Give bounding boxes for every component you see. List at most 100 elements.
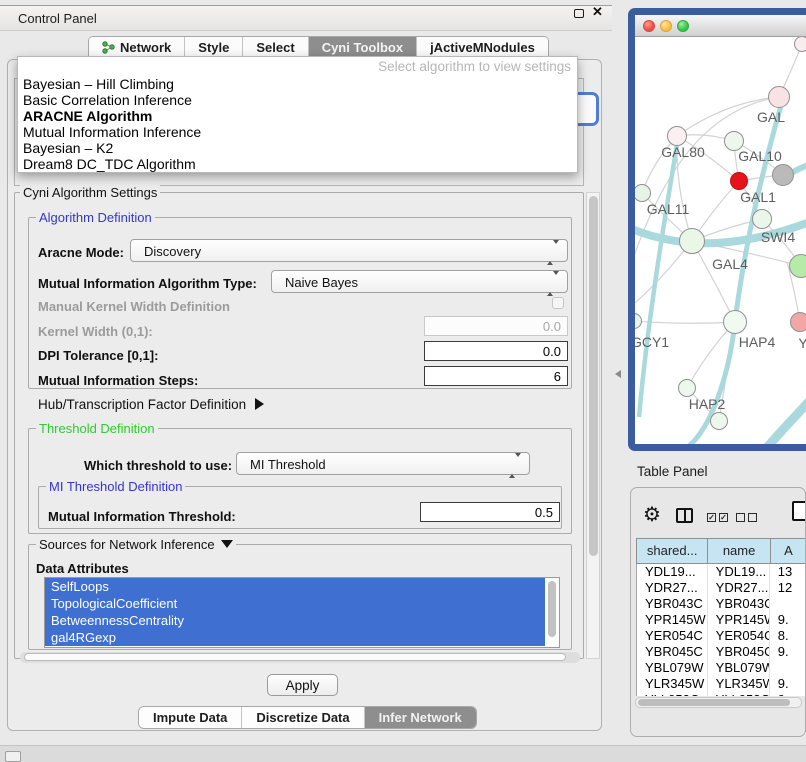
network-node[interactable]: [710, 412, 728, 430]
split-panel-icon[interactable]: [676, 508, 693, 523]
network-node-gray[interactable]: [772, 164, 794, 186]
tab-network-label: Network: [120, 40, 171, 55]
dpi-tolerance-field[interactable]: 0.0: [424, 341, 568, 361]
settings-horizontal-scrollbar[interactable]: [20, 652, 580, 663]
cell-shared-name[interactable]: YER054C: [637, 628, 708, 644]
zoom-traffic-light-icon[interactable]: [677, 20, 689, 32]
network-node-swi4[interactable]: [752, 209, 772, 229]
column-header-name[interactable]: name: [707, 538, 770, 564]
cell-name[interactable]: YER054C: [708, 628, 770, 644]
cell-value[interactable]: [770, 660, 806, 676]
table-row[interactable]: YDR27... YDR27... 12: [637, 580, 806, 596]
cell-value[interactable]: 9.: [770, 612, 806, 628]
algorithm-option-aracne[interactable]: ARACNE Algorithm: [23, 108, 201, 124]
tab-jactivemnodules[interactable]: jActiveMNodules: [417, 37, 548, 58]
cell-shared-name[interactable]: YLR345W: [637, 676, 708, 692]
cell-shared-name[interactable]: YDR27...: [637, 580, 708, 596]
cell-value[interactable]: 13: [770, 564, 806, 580]
table-row[interactable]: YBR045C YBR045C 9.: [637, 644, 806, 660]
cell-name[interactable]: YBR045C: [708, 644, 770, 660]
splitter-collapse-icon[interactable]: [615, 370, 621, 378]
table-row[interactable]: YLL052C YLL052C 9: [637, 692, 806, 696]
apply-button[interactable]: Apply: [267, 674, 338, 696]
tab-style[interactable]: Style: [185, 37, 243, 58]
network-node[interactable]: [794, 37, 806, 52]
gear-icon[interactable]: ⚙: [643, 502, 661, 527]
tab-network[interactable]: Network: [89, 37, 185, 58]
network-node-hap2[interactable]: [678, 379, 696, 397]
cell-name[interactable]: YDL19...: [708, 564, 770, 580]
attribute-item-selected[interactable]: gal4RGexp: [45, 629, 545, 646]
algorithm-option[interactable]: Bayesian – K2: [23, 140, 201, 156]
which-threshold-select[interactable]: MI Threshold: [236, 452, 530, 475]
float-window-icon[interactable]: [574, 9, 584, 18]
close-icon[interactable]: ✕: [592, 4, 603, 20]
cell-value[interactable]: 9: [770, 692, 806, 696]
settings-scrollbar[interactable]: [586, 192, 600, 659]
mi-type-select[interactable]: Naive Bayes: [271, 270, 568, 293]
table-row[interactable]: YER054C YER054C 8.: [637, 628, 806, 644]
tab-discretize-data[interactable]: Discretize Data: [242, 707, 364, 728]
minimized-panel-icon[interactable]: [5, 751, 21, 762]
network-node-gal4[interactable]: [679, 228, 705, 254]
cell-name[interactable]: YBL079W: [708, 660, 770, 676]
table-row[interactable]: YLR345W YLR345W 9.: [637, 676, 806, 692]
hub-factor-expander[interactable]: Hub/Transcription Factor Definition: [38, 397, 264, 412]
cell-shared-name[interactable]: YDL19...: [637, 564, 708, 580]
table-row[interactable]: YPR145W YPR145W 9.: [637, 612, 806, 628]
cell-value[interactable]: [770, 596, 806, 612]
table-row[interactable]: YDL19... YDL19... 13: [637, 564, 806, 580]
table-row[interactable]: YBR043C YBR043C: [637, 596, 806, 612]
network-canvas[interactable]: GAL GAL80 GAL10 GAL1 GAL11 SWI4 GAL4 GCY…: [635, 37, 806, 444]
attribute-item-selected[interactable]: BetweennessCentrality: [45, 612, 545, 629]
cell-shared-name[interactable]: YBL079W: [637, 660, 708, 676]
network-node-green[interactable]: [789, 254, 806, 278]
algorithm-option[interactable]: Bayesian – Hill Climbing: [23, 76, 201, 92]
mi-steps-field[interactable]: 6: [424, 366, 568, 386]
network-window-titlebar[interactable]: [635, 15, 806, 37]
deselect-all-icon[interactable]: [736, 513, 757, 522]
function-builder-icon[interactable]: [792, 501, 806, 521]
network-node-gal[interactable]: [768, 86, 790, 108]
close-traffic-light-icon[interactable]: [643, 20, 655, 32]
tab-select[interactable]: Select: [243, 37, 308, 58]
data-attributes-list[interactable]: SelfLoops TopologicalCoefficient Between…: [44, 577, 560, 648]
network-node-hap4[interactable]: [723, 310, 747, 334]
network-node-gal80[interactable]: [667, 126, 687, 146]
cell-name[interactable]: YDR27...: [708, 580, 770, 596]
table-horizontal-scrollbar[interactable]: [635, 697, 802, 708]
algorithm-option[interactable]: Basic Correlation Inference: [23, 92, 201, 108]
cell-shared-name[interactable]: YBR045C: [637, 644, 708, 660]
attribute-item-selected[interactable]: TopologicalCoefficient: [45, 595, 545, 612]
network-node-pink[interactable]: [790, 312, 806, 332]
mi-threshold-field[interactable]: 0.5: [420, 502, 560, 522]
select-all-icon[interactable]: ✓✓: [707, 513, 728, 522]
algorithm-option[interactable]: Dream8 DC_TDC Algorithm: [23, 156, 201, 172]
cell-shared-name[interactable]: YPR145W: [637, 612, 708, 628]
settings-scrollbar-thumb[interactable]: [589, 196, 598, 556]
tab-infer-network[interactable]: Infer Network: [365, 707, 476, 728]
aracne-mode-select[interactable]: Discovery: [130, 239, 568, 262]
manual-kernel-checkbox[interactable]: [552, 297, 564, 309]
tab-cyni-toolbox[interactable]: Cyni Toolbox: [309, 37, 417, 58]
cell-value[interactable]: 9.: [770, 644, 806, 660]
cell-shared-name[interactable]: YBR043C: [637, 596, 708, 612]
attribute-item-selected[interactable]: SelfLoops: [45, 578, 545, 595]
algorithm-option[interactable]: Mutual Information Inference: [23, 124, 201, 140]
table-row[interactable]: YBL079W YBL079W: [637, 660, 806, 676]
column-header-shared-name[interactable]: shared...: [636, 538, 707, 564]
attribute-list-scrollbar[interactable]: [546, 579, 558, 646]
minimize-traffic-light-icon[interactable]: [660, 20, 672, 32]
tab-impute-data[interactable]: Impute Data: [139, 707, 242, 728]
cell-name[interactable]: YBR043C: [708, 596, 770, 612]
kernel-width-field[interactable]: 0.0: [424, 316, 568, 336]
cell-name[interactable]: YLL052C: [708, 692, 770, 696]
cell-value[interactable]: 12: [770, 580, 806, 596]
cell-name[interactable]: YLR345W: [708, 676, 770, 692]
network-node-gal1-selected[interactable]: [730, 172, 748, 190]
cell-value[interactable]: 8.: [770, 628, 806, 644]
column-header-partial[interactable]: A: [770, 538, 806, 564]
cell-name[interactable]: YPR145W: [708, 612, 770, 628]
cell-shared-name[interactable]: YLL052C: [637, 692, 708, 696]
cell-value[interactable]: 9.: [770, 676, 806, 692]
